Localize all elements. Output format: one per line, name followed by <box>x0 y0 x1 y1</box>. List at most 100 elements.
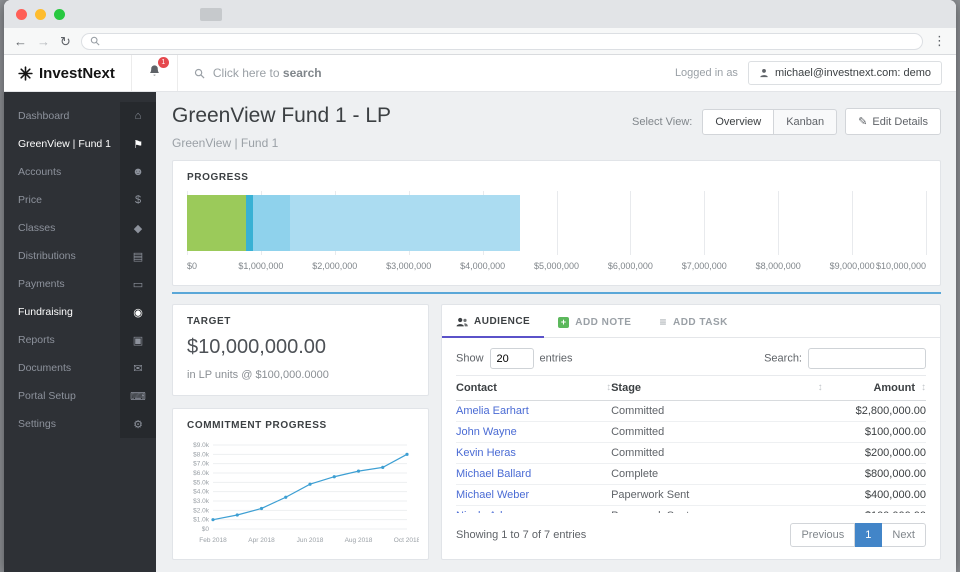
stage-column-header[interactable]: Stage ↕ <box>611 375 823 401</box>
edit-details-button[interactable]: ✎ Edit Details <box>845 108 941 135</box>
sidebar-item-classes[interactable]: Classes ◆ <box>4 214 156 242</box>
stage-cell: Complete <box>611 463 823 485</box>
entries-count-input[interactable] <box>489 348 534 369</box>
tint-icon: ◆ <box>120 214 156 242</box>
tab-add-note[interactable]: + ADD NOTE <box>544 305 645 337</box>
contact-link[interactable]: Kevin Heras <box>456 447 516 459</box>
progress-axis-label: $3,000,000 <box>386 261 432 271</box>
bookmark-icon: ⚑ <box>120 130 156 158</box>
view-toggle-group: Overview Kanban <box>702 108 838 135</box>
sidebar-item-reports[interactable]: Reports ▣ <box>4 326 156 354</box>
audience-tabs: AUDIENCE + ADD NOTE ≡ ADD TASK <box>442 305 940 338</box>
browser-window: ← → ↻ ⋮ InvestNext 1 Click here to searc… <box>4 0 956 572</box>
progress-stacked-bar <box>187 195 926 251</box>
show-entries-control: Showentries <box>456 348 573 369</box>
contact-link[interactable]: Amelia Earhart <box>456 405 529 417</box>
window-controls <box>16 9 65 20</box>
zoom-window-button[interactable] <box>54 9 65 20</box>
progress-segment-paperwork-complete <box>246 195 254 251</box>
sidebar-item-settings[interactable]: Settings ⚙ <box>4 410 156 438</box>
sidebar-item-documents[interactable]: Documents ✉ <box>4 354 156 382</box>
gears-icon: ⚙ <box>120 410 156 438</box>
sort-icon[interactable]: ↕ <box>818 382 823 393</box>
audience-card: AUDIENCE + ADD NOTE ≡ ADD TASK Show20 en… <box>441 304 941 560</box>
minimize-window-button[interactable] <box>35 9 46 20</box>
sidebar-item-greenview-fund-1[interactable]: GreenView | Fund 1 ⚑ <box>4 130 156 158</box>
page-1-button[interactable]: 1 <box>855 523 883 547</box>
table-row[interactable]: Michael Weber Paperwork Sent $400,000.00 <box>456 484 926 506</box>
logged-in-label: Logged in as <box>674 67 738 79</box>
user-icon <box>760 69 768 78</box>
tab-add-task[interactable]: ≡ ADD TASK <box>645 305 741 337</box>
sidebar-item-distributions[interactable]: Distributions ▤ <box>4 242 156 270</box>
progress-axis-label: $2,000,000 <box>312 261 358 271</box>
progress-axis-label: $9,000,000 <box>829 261 875 271</box>
table-row[interactable]: Nicole Adams Paperwork Sent $100,000.00 <box>456 505 926 513</box>
data-point <box>332 475 336 479</box>
users-icon: ☻ <box>120 158 156 186</box>
progress-axis-label: $6,000,000 <box>607 261 653 271</box>
y-axis-label: $2.0k <box>193 507 210 514</box>
stage-cell: Committed <box>611 405 665 417</box>
sort-icon[interactable]: ↕ <box>921 382 926 393</box>
contact-link[interactable]: John Wayne <box>456 426 517 438</box>
y-axis-label: $7.0k <box>193 461 210 468</box>
global-search-input[interactable]: Click here to search <box>178 66 675 80</box>
sidebar-item-price[interactable]: Price $ <box>4 186 156 214</box>
sidebar-item-portal-setup[interactable]: Portal Setup ⌨ <box>4 382 156 410</box>
y-axis-label: $5.0k <box>193 479 210 486</box>
credit-card-icon: ▭ <box>120 270 156 298</box>
address-bar[interactable] <box>80 32 923 50</box>
contact-column-header[interactable]: Contact ↕ <box>456 375 612 401</box>
back-icon[interactable]: ← <box>14 35 27 48</box>
sidebar-item-accounts[interactable]: Accounts ☻ <box>4 158 156 186</box>
progress-axis-label: $0 <box>187 261 198 271</box>
progress-segment-committed <box>290 195 520 251</box>
y-axis-label: $9.0k <box>193 442 210 449</box>
forward-icon[interactable]: → <box>37 35 50 48</box>
page-title: GreenView Fund 1 - LP <box>172 104 392 127</box>
x-axis-label: Feb 2018 <box>199 537 227 544</box>
target-card-title: TARGET <box>187 316 231 327</box>
sidebar-item-fundraising[interactable]: Fundraising ◉ <box>4 298 156 326</box>
investnext-logo[interactable]: InvestNext <box>18 65 131 82</box>
account-button[interactable]: michael@investnext.com: demo <box>747 61 942 85</box>
progress-card-title: PROGRESS <box>187 172 249 183</box>
sidebar: Dashboard ⌂ GreenView | Fund 1 ⚑ Account… <box>4 92 156 572</box>
data-point <box>307 482 312 486</box>
progress-axis-label: $7,000,000 <box>681 261 727 271</box>
progress-axis-label: $5,000,000 <box>533 261 580 271</box>
reload-icon[interactable]: ↻ <box>60 35 71 48</box>
pencil-icon: ✎ <box>858 116 868 128</box>
contact-link[interactable]: Michael Ballard <box>456 468 531 480</box>
eye-icon: ◉ <box>120 298 156 326</box>
stage-cell: Committed <box>611 421 823 443</box>
previous-page-button[interactable]: Previous <box>790 523 856 547</box>
progress-axis-label: $10,000,000 <box>875 261 926 271</box>
table-row[interactable]: John Wayne Committed $100,000.00 <box>456 421 926 443</box>
showing-entries-text: Showing 1 to 7 of 7 entries <box>456 529 587 541</box>
table-search-input[interactable] <box>808 348 926 369</box>
logo-text: InvestNext <box>39 64 115 82</box>
amount-column-header[interactable]: ↕ Amount <box>822 375 926 401</box>
tab-audience[interactable]: AUDIENCE <box>442 305 545 338</box>
close-window-button[interactable] <box>16 9 27 20</box>
table-search-control: Search: <box>764 348 926 369</box>
table-row[interactable]: Amelia Earhart Committed $2,800,000.00 <box>456 401 926 422</box>
users-icon <box>456 317 468 326</box>
overview-view-button[interactable]: Overview <box>702 108 775 135</box>
list-icon: ≡ <box>659 315 667 329</box>
browser-tab[interactable] <box>200 8 222 21</box>
data-point <box>380 465 384 469</box>
progress-card: PROGRESS $0 $1,000,000 $2,000,000 $3,000,00… <box>172 160 941 286</box>
sidebar-item-dashboard[interactable]: Dashboard ⌂ <box>4 102 156 130</box>
pagination: Previous 1 Next <box>790 523 926 547</box>
table-row[interactable]: Michael Ballard Complete $800,000.00 <box>456 463 926 485</box>
sidebar-item-payments[interactable]: Payments ▭ <box>4 270 156 298</box>
next-page-button[interactable]: Next <box>882 523 926 547</box>
contact-link[interactable]: Michael Weber <box>456 489 529 501</box>
notifications-button[interactable]: 1 <box>132 56 177 83</box>
table-row[interactable]: Kevin Heras Committed $200,000.00 <box>456 442 926 464</box>
kanban-view-button[interactable]: Kanban <box>774 108 838 135</box>
browser-menu-icon[interactable]: ⋮ <box>933 33 946 49</box>
